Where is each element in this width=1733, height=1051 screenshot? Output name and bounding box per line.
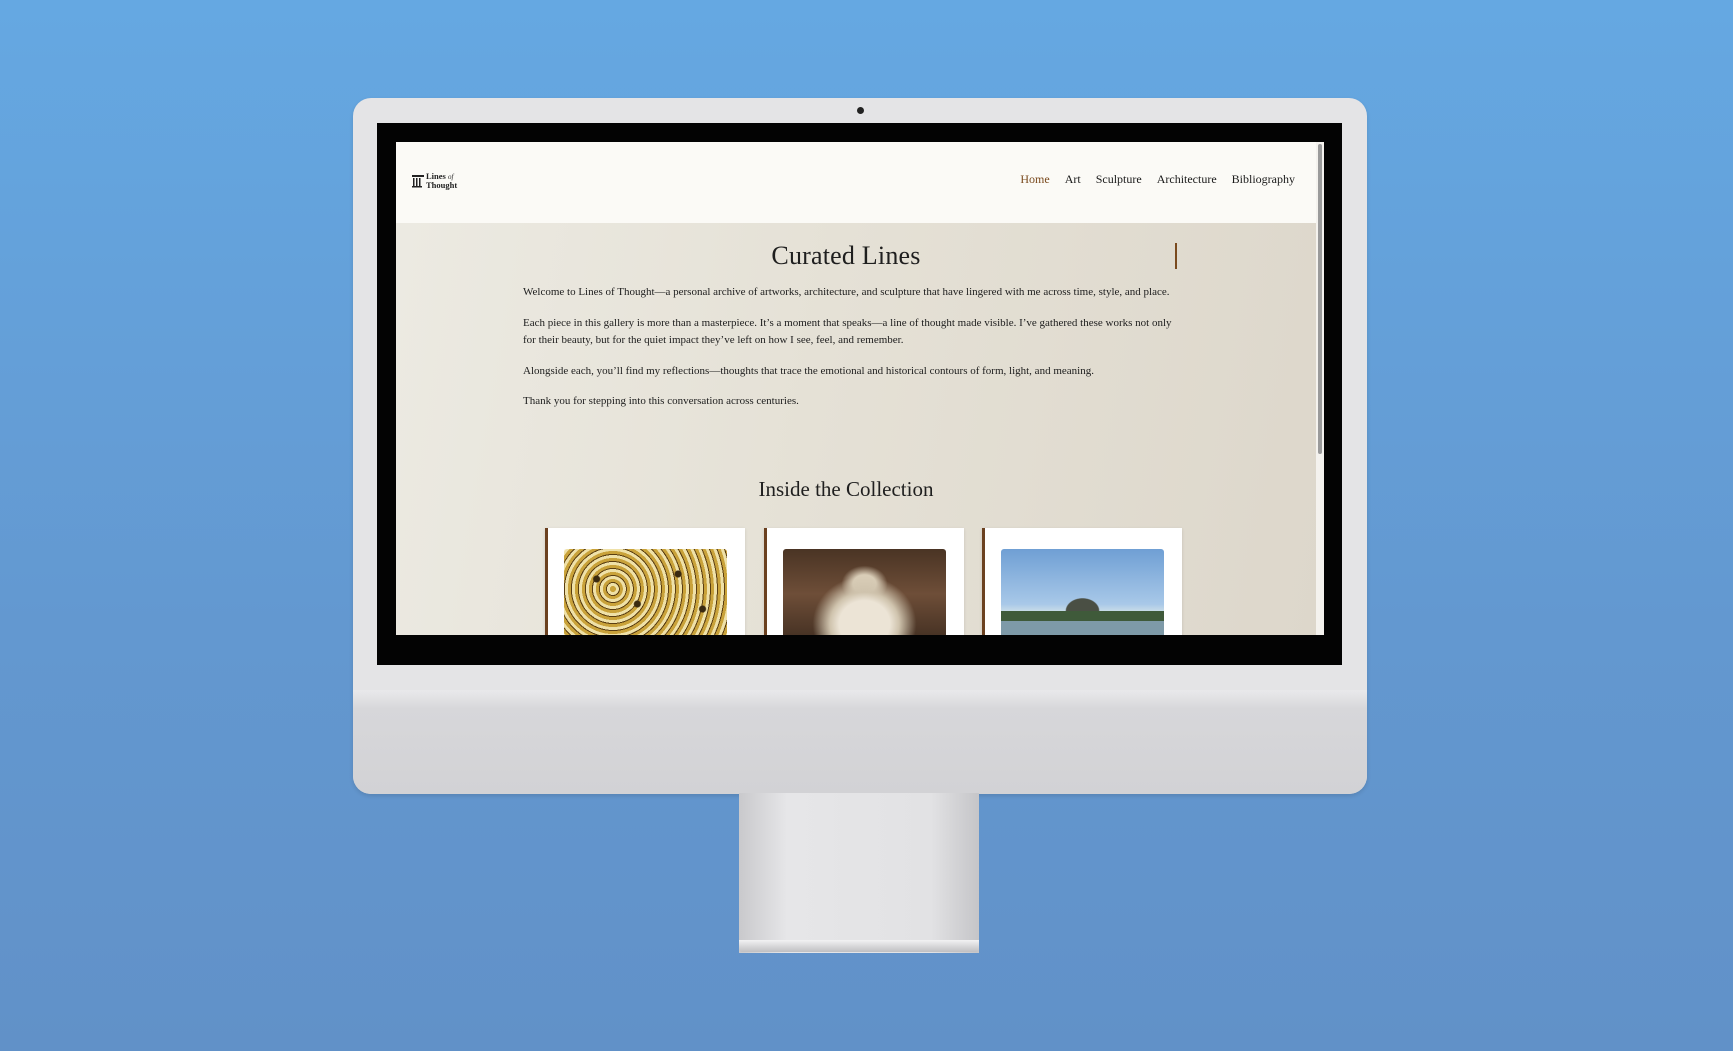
angkor-wat-image[interactable] [1001, 549, 1164, 635]
page-title: Curated Lines [771, 241, 921, 270]
collection-heading: Inside the Collection [758, 477, 934, 501]
main-nav: Home Art Sculpture Architecture Bibliogr… [1020, 172, 1295, 187]
collection-card-art[interactable] [545, 528, 745, 635]
scrollbar[interactable] [1316, 142, 1324, 635]
site-header: Lines of Thought Home Art Sculpture Arch… [396, 142, 1316, 223]
intro-paragraph: Each piece in this gallery is more than … [523, 316, 1172, 347]
collection-card-architecture[interactable] [982, 528, 1182, 635]
monitor-chin [353, 690, 1367, 794]
nav-bibliography[interactable]: Bibliography [1232, 172, 1295, 187]
monitor-stand [739, 793, 979, 953]
site-logo[interactable]: Lines of Thought [412, 172, 457, 189]
monitor-stand-foot [739, 940, 979, 952]
text-cursor-accent [1175, 243, 1177, 269]
klimt-tree-of-life-image[interactable] [564, 549, 727, 635]
website-viewport: Lines of Thought Home Art Sculpture Arch… [396, 142, 1324, 635]
column-icon [412, 174, 424, 187]
collection-card-sculpture[interactable] [764, 528, 964, 635]
nav-home[interactable]: Home [1020, 172, 1049, 187]
intro-text: Welcome to Lines of Thought—a personal a… [523, 284, 1175, 424]
nav-art[interactable]: Art [1065, 172, 1081, 187]
scrollbar-thumb[interactable] [1318, 144, 1322, 454]
camera-icon [857, 107, 864, 114]
intro-paragraph: Thank you for stepping into this convers… [523, 395, 799, 407]
intro-paragraph: Welcome to Lines of Thought—a personal a… [523, 286, 1170, 298]
nav-sculpture[interactable]: Sculpture [1096, 172, 1142, 187]
logo-wordmark: Lines of Thought [426, 172, 458, 190]
logo-line2: Thought [426, 180, 458, 190]
nav-architecture[interactable]: Architecture [1157, 172, 1217, 187]
intro-paragraph: Alongside each, you’ll find my reflectio… [523, 364, 1094, 377]
pieta-sculpture-image[interactable] [783, 549, 946, 635]
